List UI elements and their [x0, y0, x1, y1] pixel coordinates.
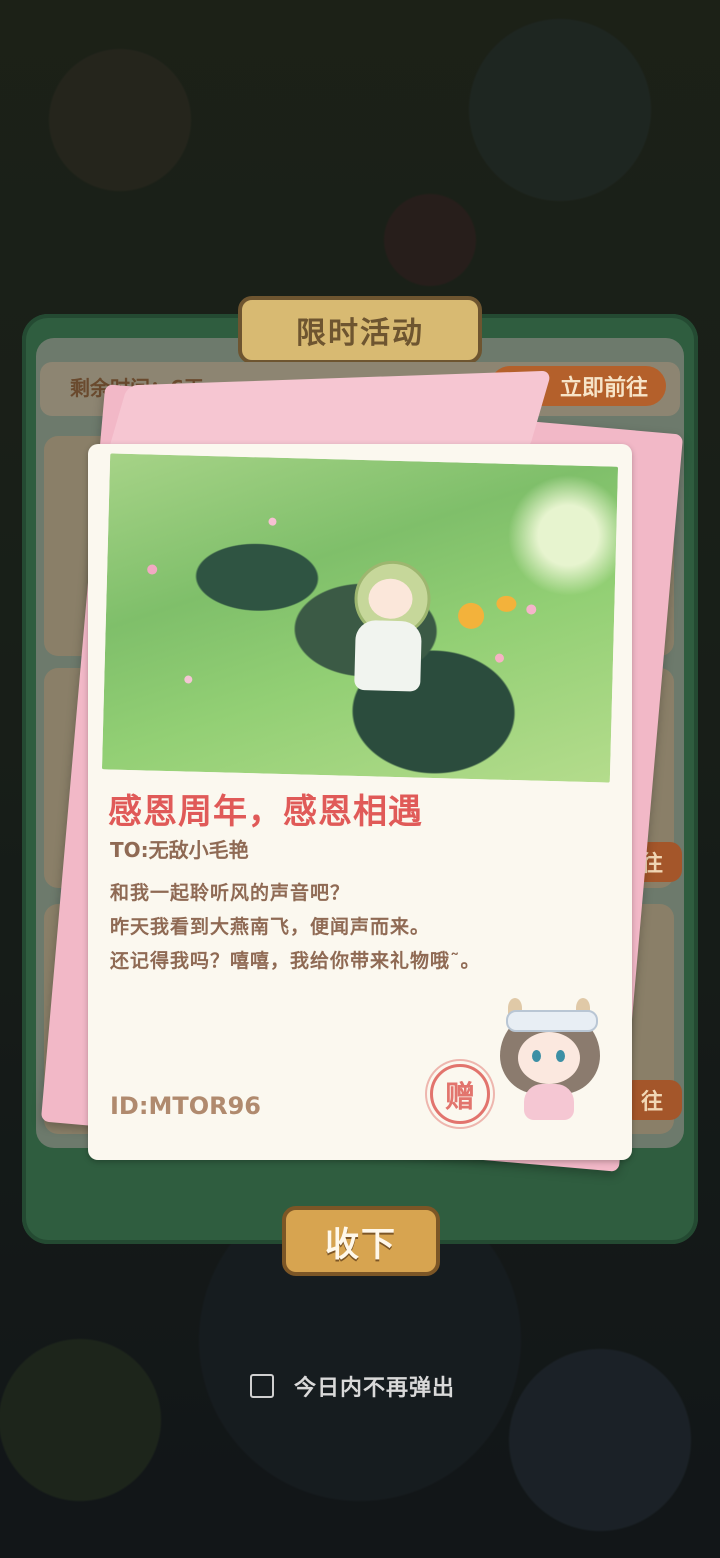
character-body: [354, 619, 422, 692]
gift-stamp-icon: 赠: [430, 1064, 490, 1124]
letter-line: 昨天我看到大燕南飞，便闻声而来。: [110, 916, 431, 938]
dont-show-label: 今日内不再弹出: [294, 1376, 456, 1401]
chibi-eye: [556, 1050, 565, 1062]
dont-show-today-toggle[interactable]: 今日内不再弹出: [250, 1370, 455, 1402]
dont-show-checkbox[interactable]: [250, 1374, 274, 1398]
petal: [147, 564, 158, 575]
collect-button[interactable]: 收下: [282, 1206, 440, 1276]
chibi-eye: [532, 1050, 541, 1062]
petal: [184, 675, 193, 684]
letter-recipient: TO:无敌小毛艳: [110, 838, 249, 862]
chick: [457, 602, 485, 630]
letter-line: 还记得我吗？嘻嘻，我给你带来礼物哦˜。: [110, 950, 481, 972]
petal: [268, 517, 277, 526]
letter-title: 感恩周年，感恩相遇: [108, 792, 423, 832]
chick: [496, 595, 517, 613]
letter-line: 和我一起聆听风的声音吧？: [110, 882, 351, 904]
petal: [526, 604, 537, 615]
chibi-face: [518, 1032, 580, 1084]
chibi-headband: [506, 1010, 598, 1032]
chibi-dress: [524, 1084, 574, 1120]
petal: [494, 653, 505, 663]
letter-illustration: [101, 453, 619, 783]
activity-panel-title: 限时活动: [238, 296, 482, 364]
sender-id: ID:MTOR96: [110, 1092, 261, 1120]
